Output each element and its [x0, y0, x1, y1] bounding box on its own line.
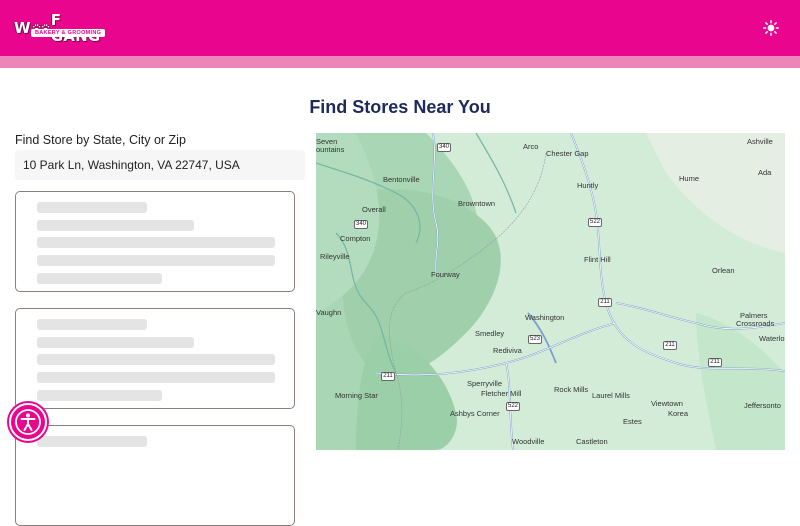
skeleton-line [37, 202, 147, 213]
map-place-label: Fourway [431, 270, 460, 279]
store-card-loading [15, 191, 295, 292]
map-place-label: Browntown [458, 199, 496, 208]
logo-text-right: F GANG [50, 11, 100, 44]
route-shield: 211 [663, 341, 677, 350]
skeleton-line [37, 354, 275, 365]
skeleton-line [37, 273, 162, 284]
map-place-label: Jeffersonto [744, 401, 781, 410]
route-shield: 340 [437, 143, 451, 152]
skeleton-line [37, 436, 147, 447]
map-place-label: Arco [523, 142, 539, 151]
map-place-label: Overall [362, 205, 386, 214]
store-card-loading [15, 425, 295, 526]
map-place-label: Rediviva [493, 346, 522, 355]
map-place-label: Rock Mills [554, 385, 589, 394]
header-accent-strip [0, 56, 800, 68]
map-place-label: Laurel Mills [592, 391, 630, 400]
map-place-label: Chester Gap [546, 149, 589, 158]
woof-gang-logo[interactable]: W F GANG BAKERY & GROOMING [14, 12, 112, 44]
route-shield: 211 [598, 298, 612, 307]
map-place-label: Huntly [577, 181, 599, 190]
map-place-label: Castleton [576, 437, 608, 446]
map-place-label: Compton [340, 234, 371, 243]
map-place-label: Washington [525, 313, 565, 322]
map-place-label: Flint Hill [584, 255, 611, 264]
store-card-loading [15, 308, 295, 409]
map-place-label: Korea [668, 409, 689, 418]
map-place-label: Hume [679, 174, 700, 183]
skeleton-line [37, 337, 194, 348]
map-place-label: Fletcher Mill [481, 389, 522, 398]
accessibility-icon [15, 409, 41, 435]
map-place-label: Rileyville [320, 252, 350, 261]
skeleton-line [37, 390, 162, 401]
map-place-label: ountains [316, 145, 345, 154]
map-place-label: Woodville [512, 437, 545, 446]
map-place-label: Estes [623, 417, 642, 426]
route-shield: 340 [354, 220, 368, 229]
map-place-label: Sperryville [467, 379, 503, 388]
skeleton-line [37, 237, 275, 248]
search-label: Find Store by State, City or Zip [15, 133, 186, 147]
skeleton-line [37, 220, 194, 231]
logo-text-left: W [14, 19, 31, 37]
site-header: W F GANG BAKERY & GROOMING [0, 0, 800, 56]
route-shield: 211 [708, 358, 722, 367]
route-shield: 211 [381, 372, 395, 381]
route-shield: 522 [506, 402, 520, 411]
accessibility-button[interactable] [9, 403, 47, 441]
map-place-label: Crossroads [736, 319, 775, 328]
store-map[interactable]: Seven ountains Arco Chester Gap Ashville… [316, 133, 785, 450]
page-title: Find Stores Near You [309, 97, 491, 117]
map-place-label: Waterlo [759, 334, 785, 343]
map-place-label: Ada [758, 168, 772, 177]
sun-icon[interactable] [763, 20, 779, 36]
skeleton-line [37, 372, 275, 383]
route-shield: 522 [588, 218, 602, 227]
map-place-label: Vaughn [316, 308, 342, 317]
logo-subtitle: BAKERY & GROOMING [31, 29, 106, 37]
logo-wordmark: W F GANG [14, 12, 112, 44]
map-place-label: Orlean [712, 266, 735, 275]
location-search-input[interactable] [15, 150, 305, 180]
skeleton-line [37, 319, 147, 330]
map-place-label: Morning Star [335, 391, 378, 400]
map-place-label: Viewtown [651, 399, 683, 408]
route-shield: 523 [528, 335, 542, 344]
skeleton-line [37, 255, 275, 266]
map-place-label: Bentonville [383, 175, 420, 184]
map-place-label: Smedley [475, 329, 505, 338]
map-place-label: Ashbys Corner [450, 409, 500, 418]
map-place-label: Ashville [747, 137, 773, 146]
